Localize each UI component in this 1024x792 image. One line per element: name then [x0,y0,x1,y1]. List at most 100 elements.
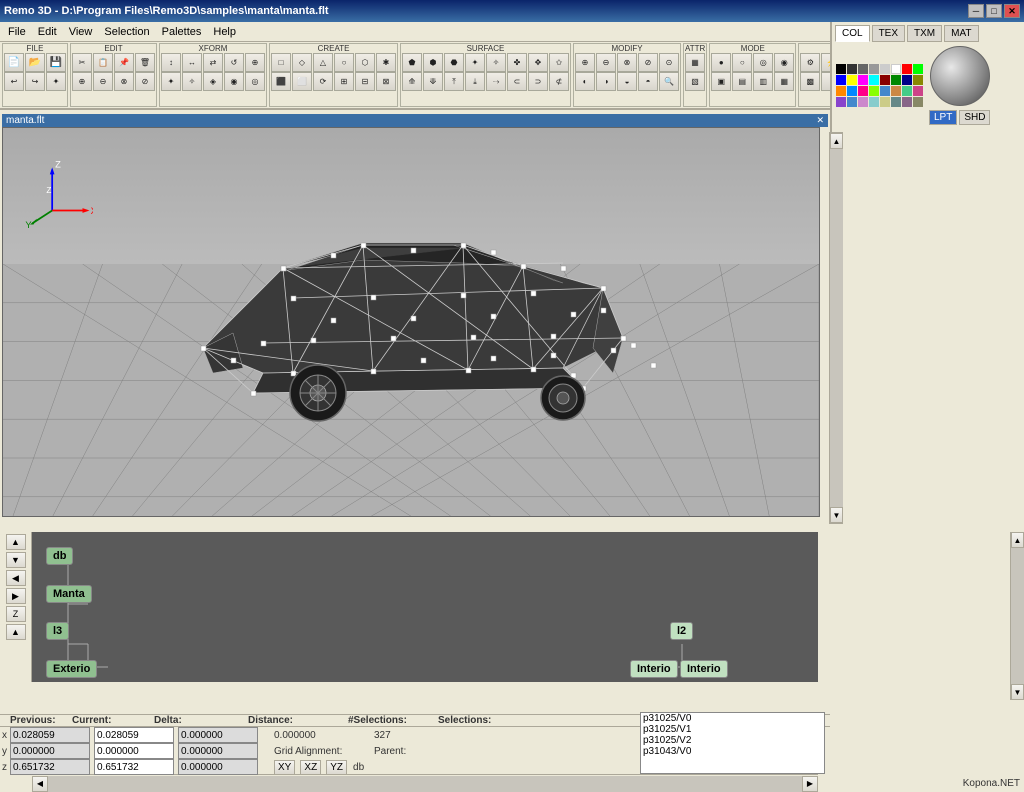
swatch-black[interactable] [836,64,846,74]
menu-view[interactable]: View [63,24,99,40]
mod1-5[interactable]: ⊙ [659,53,679,72]
xform1-1[interactable]: ↕ [161,53,181,72]
delta-x[interactable] [178,727,258,743]
create2-4[interactable]: ⊞ [334,72,354,91]
selection-item-4[interactable]: p31043/V0 [641,746,824,757]
create1-4[interactable]: ○ [334,53,354,72]
current-z[interactable] [94,759,174,775]
scroll-down-btn[interactable]: ▼ [830,507,843,523]
swatch-pink[interactable] [858,86,868,96]
viewport-canvas[interactable]: P [2,127,820,517]
scroll-up-btn[interactable]: ▲ [830,133,843,149]
menu-palettes[interactable]: Palettes [156,24,208,40]
yz-btn[interactable]: YZ [326,760,347,775]
create2-6[interactable]: ⊠ [376,72,396,91]
viewport-scrollbar[interactable]: ▲ ▼ [829,132,843,524]
delta-z[interactable] [178,759,258,775]
surf2-1[interactable]: ⟰ [402,72,422,91]
node-l2[interactable]: l2 [670,622,693,640]
swatch-yellow[interactable] [847,75,857,85]
menu-help[interactable]: Help [207,24,242,40]
xform1-3[interactable]: ⇄ [203,53,223,72]
swatch-darkgreen[interactable] [891,75,901,85]
swatch-lightblue[interactable] [847,86,857,96]
lt-extra[interactable]: ▲ [6,624,26,640]
selection-item-2[interactable]: p31025/V1 [641,724,824,735]
mode1-4[interactable]: ◉ [774,53,794,72]
swatch-1[interactable] [847,64,857,74]
xform2-1[interactable]: ✦ [161,72,181,91]
current-x[interactable] [94,727,174,743]
node-manta[interactable]: Manta [46,585,92,603]
surf2-4[interactable]: ⤓ [465,72,485,91]
tab-mat[interactable]: MAT [944,25,978,42]
hierarchy-panel[interactable]: db Manta l3 Exterio l2 Interio Interio [32,532,818,682]
surf1-3[interactable]: ⬣ [444,53,464,72]
swatch-indigo[interactable] [847,97,857,107]
swatch-brown[interactable] [891,86,901,96]
create2-2[interactable]: ⬜ [292,72,312,91]
mode1-3[interactable]: ◎ [753,53,773,72]
edit2-2[interactable]: ⊖ [93,72,113,91]
lt-down[interactable]: ▼ [6,552,26,568]
bottom-scrollbar[interactable]: ◀ ▶ [32,774,818,792]
swatch-mint[interactable] [902,86,912,96]
lt-up[interactable]: ▲ [6,534,26,550]
edit2-1[interactable]: ⊕ [72,72,92,91]
edit2-4[interactable]: ⊘ [135,72,155,91]
misc2-1[interactable]: ▩ [800,72,820,91]
surf1-8[interactable]: ✩ [549,53,569,72]
sub-tab-shd[interactable]: SHD [959,110,990,125]
xy-btn[interactable]: XY [274,760,295,775]
xform1-4[interactable]: ↺ [224,53,244,72]
xform2-5[interactable]: ◎ [245,72,265,91]
mod1-2[interactable]: ⊖ [596,53,616,72]
attr1-1[interactable]: ▦ [685,53,705,72]
mod2-4[interactable]: ◓ [638,72,658,91]
swatch-teal[interactable] [869,97,879,107]
surf2-3[interactable]: ⤒ [444,72,464,91]
previous-y[interactable] [10,743,90,759]
node-db[interactable]: db [46,547,73,565]
viewport-close[interactable]: ✕ [816,115,824,126]
mod1-3[interactable]: ⊗ [617,53,637,72]
mod2-5[interactable]: 🔍 [659,72,679,91]
swatch-darkred[interactable] [880,75,890,85]
cut-btn[interactable]: ✂ [72,53,92,72]
mod2-2[interactable]: ◑ [596,72,616,91]
create1-3[interactable]: △ [313,53,333,72]
xform2-2[interactable]: ✧ [182,72,202,91]
menu-file[interactable]: File [2,24,32,40]
h-scroll-down[interactable]: ▼ [1011,684,1024,700]
surf1-2[interactable]: ⬢ [423,53,443,72]
swatch-rose[interactable] [913,86,923,96]
h-scroll-v-track[interactable] [1011,548,1024,684]
swatch-cyan[interactable] [869,75,879,85]
swatch-4[interactable] [880,64,890,74]
create1-6[interactable]: ✱ [376,53,396,72]
swatch-khaki[interactable] [880,97,890,107]
swatch-slate[interactable] [891,97,901,107]
file-extra[interactable]: ✦ [46,72,66,91]
mode2-2[interactable]: ▤ [732,72,752,91]
mod2-3[interactable]: ◒ [617,72,637,91]
surf2-6[interactable]: ⊂ [507,72,527,91]
new-btn[interactable]: 📄 [4,53,24,72]
h-scroll-track[interactable] [48,776,802,792]
menu-edit[interactable]: Edit [32,24,63,40]
create1-1[interactable]: □ [271,53,291,72]
undo-btn[interactable]: ↩ [4,72,24,91]
xform1-5[interactable]: ⊕ [245,53,265,72]
right-scrollbar[interactable]: ▲ ▼ [1010,532,1024,700]
swatch-steel[interactable] [880,86,890,96]
xz-btn[interactable]: XZ [300,760,321,775]
attr2-1[interactable]: ▧ [685,72,705,91]
swatch-white[interactable] [891,64,901,74]
swatch-olive[interactable] [913,75,923,85]
copy-btn[interactable]: 📋 [93,53,113,72]
mode2-1[interactable]: ▣ [711,72,731,91]
mode2-4[interactable]: ▦ [774,72,794,91]
paste-btn[interactable]: 📌 [114,53,134,72]
lt-z[interactable]: Z [6,606,26,622]
menu-selection[interactable]: Selection [98,24,155,40]
